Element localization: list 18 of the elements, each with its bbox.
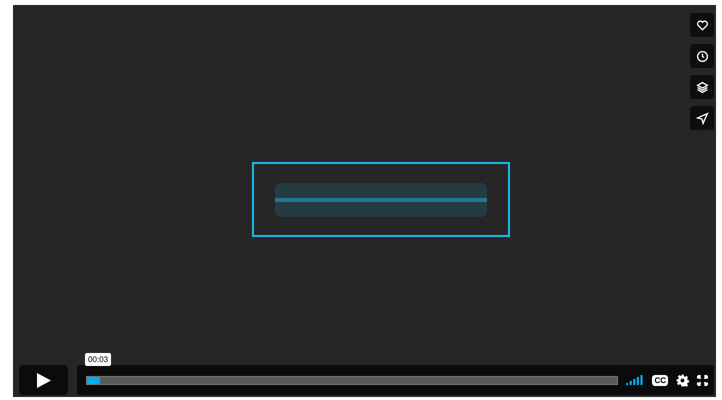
play-button[interactable] <box>19 365 68 395</box>
heart-icon <box>696 18 708 32</box>
watch-later-button[interactable] <box>690 44 714 68</box>
progress-bar[interactable] <box>86 376 618 384</box>
collections-button[interactable] <box>690 75 714 99</box>
fullscreen-button[interactable] <box>697 374 708 386</box>
like-button[interactable] <box>690 13 714 37</box>
play-icon <box>36 372 50 388</box>
captions-button[interactable]: CC <box>652 374 668 386</box>
share-button[interactable] <box>690 106 714 130</box>
settings-icon <box>676 374 689 386</box>
clock-icon <box>696 50 708 62</box>
layers-icon <box>696 80 708 94</box>
fullscreen-icon <box>697 374 708 386</box>
settings-button[interactable] <box>676 374 689 386</box>
send-icon <box>696 112 708 124</box>
time-tooltip: 00:03 <box>85 353 112 366</box>
volume-icon[interactable] <box>626 375 644 385</box>
